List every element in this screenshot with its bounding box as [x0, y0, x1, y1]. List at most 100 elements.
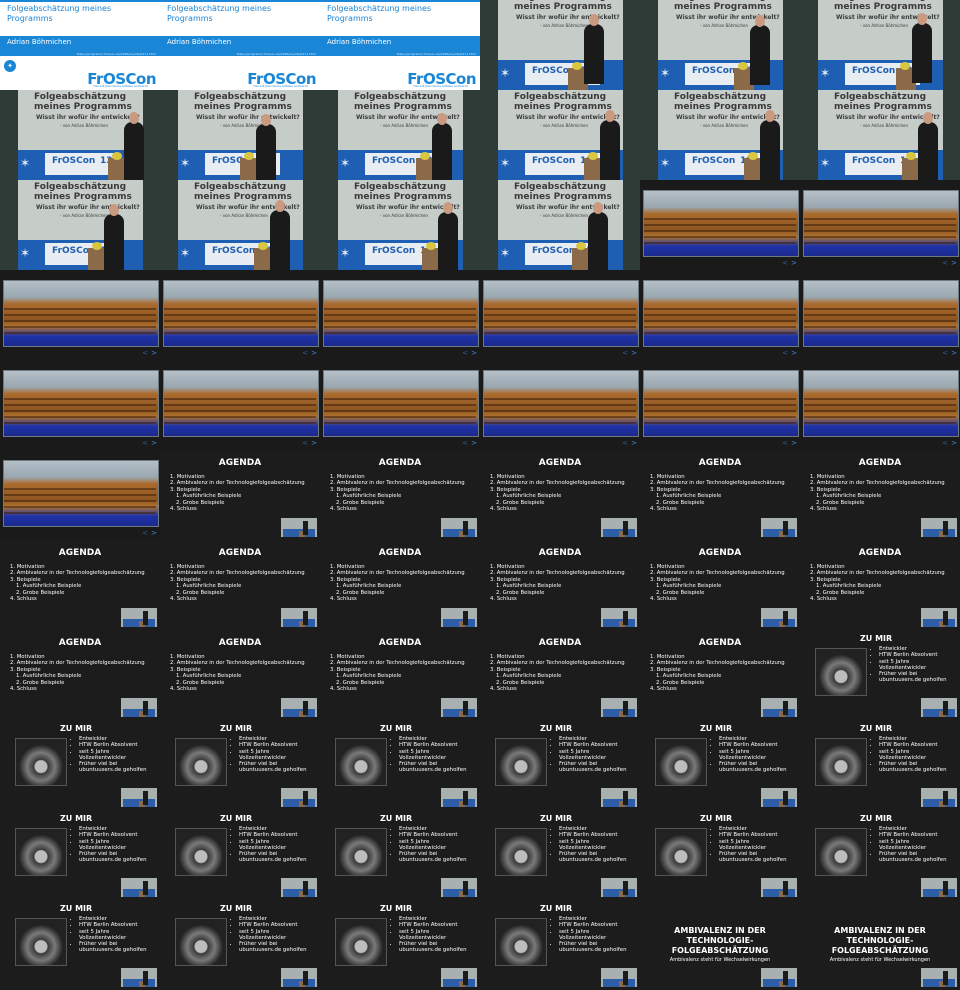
frame-speaker[interactable]: Folgeabschätzung meines Programms Wisst … — [480, 0, 640, 90]
frame-zu-mir[interactable]: ZU MIR Entwickler HTW Berlin Absolvent s… — [480, 900, 640, 990]
chevron-left-icon[interactable]: < — [942, 439, 948, 447]
frame-agenda[interactable]: AGENDA 1. Motivation 2. Ambivalenz in de… — [480, 540, 640, 630]
frame-zu-mir[interactable]: ZU MIR Entwickler HTW Berlin Absolvent s… — [0, 900, 160, 990]
frame-zu-mir[interactable]: ZU MIR Entwickler HTW Berlin Absolvent s… — [640, 720, 800, 810]
frame-agenda[interactable]: AGENDA 1. Motivation 2. Ambivalenz in de… — [640, 630, 800, 720]
chevron-right-icon[interactable]: > — [951, 349, 957, 357]
chevron-left-icon[interactable]: < — [462, 349, 468, 357]
frame-zu-mir[interactable]: ZU MIR Entwickler HTW Berlin Absolvent s… — [320, 810, 480, 900]
frame-audience[interactable]: < > — [800, 360, 960, 450]
frame-agenda[interactable]: AGENDA 1. Motivation 2. Ambivalenz in de… — [640, 450, 800, 540]
frame-speaker[interactable]: Folgeabschätzung meines Programms Wisst … — [800, 90, 960, 180]
frame-agenda[interactable]: AGENDA 1. Motivation 2. Ambivalenz in de… — [0, 540, 160, 630]
frame-zu-mir[interactable]: ZU MIR Entwickler HTW Berlin Absolvent s… — [800, 810, 960, 900]
frame-speaker[interactable]: Folgeabschätzung meines Programms Wisst … — [480, 180, 640, 270]
chevron-right-icon[interactable]: > — [471, 439, 477, 447]
frame-agenda[interactable]: AGENDA 1. Motivation 2. Ambivalenz in de… — [800, 450, 960, 540]
frame-zu-mir[interactable]: ZU MIR Entwickler HTW Berlin Absolvent s… — [0, 720, 160, 810]
frame-agenda[interactable]: AGENDA 1. Motivation 2. Ambivalenz in de… — [480, 450, 640, 540]
frame-audience[interactable]: < > — [640, 360, 800, 450]
chevron-right-icon[interactable]: > — [631, 439, 637, 447]
frame-speaker[interactable]: Folgeabschätzung meines Programms Wisst … — [0, 180, 160, 270]
chevron-left-icon[interactable]: < — [622, 439, 628, 447]
frame-speaker[interactable]: Folgeabschätzung meines Programms Wisst … — [800, 0, 960, 90]
chevron-right-icon[interactable]: > — [151, 529, 157, 537]
chevron-right-icon[interactable]: > — [151, 349, 157, 357]
frame-zu-mir[interactable]: ZU MIR Entwickler HTW Berlin Absolvent s… — [800, 630, 960, 720]
speaker-inset-video — [601, 608, 637, 627]
chevron-right-icon[interactable]: > — [951, 259, 957, 267]
frame-ambivalenz[interactable]: AMBIVALENZ IN DER TECHNOLOGIE- FOLGEABSC… — [800, 900, 960, 990]
chevron-right-icon[interactable]: > — [311, 439, 317, 447]
frame-title-slide[interactable]: Folgeabschätzung meines Programms Adrian… — [0, 0, 160, 90]
frame-agenda[interactable]: AGENDA 1. Motivation 2. Ambivalenz in de… — [320, 450, 480, 540]
chevron-right-icon[interactable]: > — [311, 349, 317, 357]
chevron-right-icon[interactable]: > — [471, 349, 477, 357]
frame-audience[interactable]: < > — [0, 360, 160, 450]
chevron-left-icon[interactable]: < — [942, 259, 948, 267]
frame-zu-mir[interactable]: ZU MIR Entwickler HTW Berlin Absolvent s… — [480, 810, 640, 900]
frame-agenda[interactable]: AGENDA 1. Motivation 2. Ambivalenz in de… — [0, 630, 160, 720]
chevron-right-icon[interactable]: > — [951, 439, 957, 447]
chevron-right-icon[interactable]: > — [791, 349, 797, 357]
frame-speaker[interactable]: Folgeabschätzung meines Programms Wisst … — [160, 180, 320, 270]
frame-audience[interactable]: < > — [0, 450, 160, 540]
chevron-left-icon[interactable]: < — [462, 439, 468, 447]
frame-audience[interactable]: < > — [640, 180, 800, 270]
chevron-left-icon[interactable]: < — [782, 349, 788, 357]
chevron-left-icon[interactable]: < — [782, 439, 788, 447]
chevron-left-icon[interactable]: < — [622, 349, 628, 357]
frame-zu-mir[interactable]: ZU MIR Entwickler HTW Berlin Absolvent s… — [160, 720, 320, 810]
frame-speaker[interactable]: Folgeabschätzung meines Programms Wisst … — [640, 90, 800, 180]
chevron-right-icon[interactable]: > — [151, 439, 157, 447]
chevron-left-icon[interactable]: < — [782, 259, 788, 267]
frame-speaker[interactable]: Folgeabschätzung meines Programms Wisst … — [160, 90, 320, 180]
frame-zu-mir[interactable]: ZU MIR Entwickler HTW Berlin Absolvent s… — [160, 810, 320, 900]
frame-speaker[interactable]: Folgeabschätzung meines Programms Wisst … — [480, 90, 640, 180]
frame-audience[interactable]: < > — [320, 270, 480, 360]
frame-audience[interactable]: < > — [320, 360, 480, 450]
chevron-right-icon[interactable]: > — [791, 439, 797, 447]
frame-speaker[interactable]: Folgeabschätzung meines Programms Wisst … — [640, 0, 800, 90]
frame-agenda[interactable]: AGENDA 1. Motivation 2. Ambivalenz in de… — [160, 540, 320, 630]
frame-zu-mir[interactable]: ZU MIR Entwickler HTW Berlin Absolvent s… — [320, 720, 480, 810]
frame-zu-mir[interactable]: ZU MIR Entwickler HTW Berlin Absolvent s… — [800, 720, 960, 810]
frame-audience[interactable]: < > — [640, 270, 800, 360]
frame-audience[interactable]: < > — [800, 180, 960, 270]
chevron-left-icon[interactable]: < — [942, 349, 948, 357]
frame-speaker[interactable]: Folgeabschätzung meines Programms Wisst … — [320, 180, 480, 270]
frame-zu-mir[interactable]: ZU MIR Entwickler HTW Berlin Absolvent s… — [160, 900, 320, 990]
frame-agenda[interactable]: AGENDA 1. Motivation 2. Ambivalenz in de… — [480, 630, 640, 720]
frame-zu-mir[interactable]: ZU MIR Entwickler HTW Berlin Absolvent s… — [480, 720, 640, 810]
frame-title-slide[interactable]: Folgeabschätzung meines Programms Adrian… — [320, 0, 480, 90]
frame-audience[interactable]: < > — [800, 270, 960, 360]
frame-audience[interactable]: < > — [480, 270, 640, 360]
frame-agenda[interactable]: AGENDA 1. Motivation 2. Ambivalenz in de… — [320, 540, 480, 630]
frame-agenda[interactable]: AGENDA 1. Motivation 2. Ambivalenz in de… — [320, 630, 480, 720]
frame-audience[interactable]: < > — [480, 360, 640, 450]
speaker-head — [923, 112, 933, 124]
frame-zu-mir[interactable]: ZU MIR Entwickler HTW Berlin Absolvent s… — [320, 900, 480, 990]
frame-zu-mir[interactable]: ZU MIR Entwickler HTW Berlin Absolvent s… — [0, 810, 160, 900]
frame-audience[interactable]: < > — [160, 360, 320, 450]
frame-audience[interactable]: < > — [160, 270, 320, 360]
frame-speaker[interactable]: Folgeabschätzung meines Programms Wisst … — [320, 90, 480, 180]
frame-audience[interactable]: < > — [0, 270, 160, 360]
frame-agenda[interactable]: AGENDA 1. Motivation 2. Ambivalenz in de… — [160, 630, 320, 720]
frame-speaker[interactable]: Folgeabschätzung meines Programms Wisst … — [0, 90, 160, 180]
frame-agenda[interactable]: AGENDA 1. Motivation 2. Ambivalenz in de… — [640, 540, 800, 630]
frame-ambivalenz[interactable]: AMBIVALENZ IN DER TECHNOLOGIE- FOLGEABSC… — [640, 900, 800, 990]
chevron-left-icon[interactable]: < — [142, 439, 148, 447]
frame-zu-mir[interactable]: ZU MIR Entwickler HTW Berlin Absolvent s… — [640, 810, 800, 900]
logo-tagline: Free and Open Source Software Conference — [93, 85, 148, 88]
chevron-right-icon[interactable]: > — [631, 349, 637, 357]
chevron-left-icon[interactable]: < — [142, 529, 148, 537]
chevron-left-icon[interactable]: < — [302, 349, 308, 357]
frame-agenda[interactable]: AGENDA 1. Motivation 2. Ambivalenz in de… — [800, 540, 960, 630]
frame-agenda[interactable]: AGENDA 1. Motivation 2. Ambivalenz in de… — [160, 450, 320, 540]
agenda-item: 2. Ambivalenz in der Technologiefolgeabs… — [330, 480, 465, 487]
chevron-left-icon[interactable]: < — [302, 439, 308, 447]
chevron-right-icon[interactable]: > — [791, 259, 797, 267]
frame-title-slide[interactable]: Folgeabschätzung meines Programms Adrian… — [160, 0, 320, 90]
chevron-left-icon[interactable]: < — [142, 349, 148, 357]
